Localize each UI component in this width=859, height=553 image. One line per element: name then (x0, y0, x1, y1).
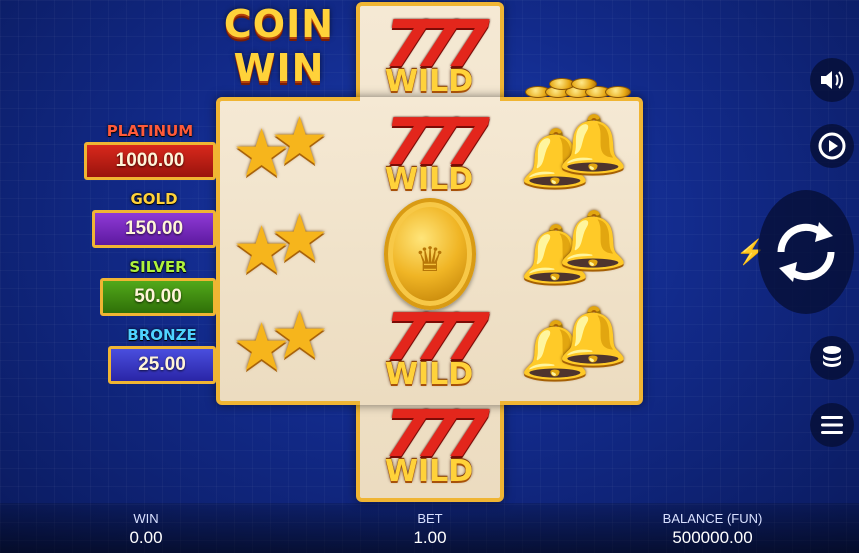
balance-value: 500000.00 (672, 528, 753, 547)
jackpot-value: 1000.00 (84, 142, 216, 180)
bet-label: BET (417, 511, 443, 526)
star-symbol: ★ ★ (232, 298, 330, 384)
jackpot-gold: GOLD 150.00 (92, 190, 216, 248)
coin-stack-decoration (505, 74, 637, 98)
wild-symbol: 777 WILD (374, 110, 490, 198)
menu-button[interactable] (810, 403, 854, 447)
balance-label: BALANCE (FUN) (662, 511, 763, 526)
bet-display[interactable]: BET 1.00 (390, 511, 470, 549)
win-display: WIN 0.00 (106, 511, 186, 549)
win-label: WIN (133, 511, 159, 526)
jackpot-silver: SILVER 50.00 (100, 258, 216, 316)
bell-symbol: 🔔 🔔 (520, 304, 628, 381)
speaker-icon (821, 71, 843, 89)
star-symbol: ★ ★ (232, 104, 330, 190)
sound-button[interactable] (810, 58, 854, 102)
jackpot-platinum: PLATINUM 1000.00 (84, 122, 216, 180)
logo-line-win: WIN (233, 46, 325, 90)
logo-line-coin: COIN (223, 2, 335, 46)
crown-icon: ♛ (414, 241, 446, 279)
jackpot-value: 25.00 (108, 346, 216, 384)
balance-display: BALANCE (FUN) 500000.00 (640, 511, 785, 549)
spin-button[interactable] (758, 190, 854, 314)
jackpot-value: 50.00 (100, 278, 216, 316)
jackpot-label: BRONZE (127, 326, 197, 344)
wild-label: WILD (384, 357, 474, 392)
wild-symbol: 777 WILD (374, 12, 490, 100)
jackpot-value: 150.00 (92, 210, 216, 248)
bell-symbol: 🔔 🔔 (520, 208, 628, 285)
bell-symbol: 🔔 🔔 (520, 112, 628, 189)
star-symbol: ★ ★ (232, 201, 330, 287)
wild-label: WILD (384, 64, 474, 99)
wild-label: WILD (384, 162, 474, 197)
game-logo: COIN WIN (214, 2, 344, 98)
coin-symbol: ♛ (384, 198, 476, 310)
wild-symbol: 777 WILD (374, 305, 490, 393)
jackpot-bronze: BRONZE 25.00 (108, 326, 216, 384)
spin-icon (777, 222, 835, 282)
autoplay-icon (818, 132, 846, 160)
win-value: 0.00 (129, 528, 163, 547)
autoplay-button[interactable] (810, 124, 854, 168)
bet-button[interactable] (810, 336, 854, 380)
jackpot-label: SILVER (129, 258, 187, 276)
jackpot-label: PLATINUM (106, 122, 194, 140)
wild-symbol: 777 WILD (374, 402, 490, 490)
jackpot-label: GOLD (130, 190, 178, 208)
status-bar: WIN 0.00 BET 1.00 BALANCE (FUN) 500000.0… (0, 503, 859, 553)
bet-value: 1.00 (413, 528, 447, 547)
wild-label: WILD (384, 454, 474, 489)
hamburger-menu-icon (821, 416, 843, 434)
coin-stack-icon (823, 346, 841, 367)
